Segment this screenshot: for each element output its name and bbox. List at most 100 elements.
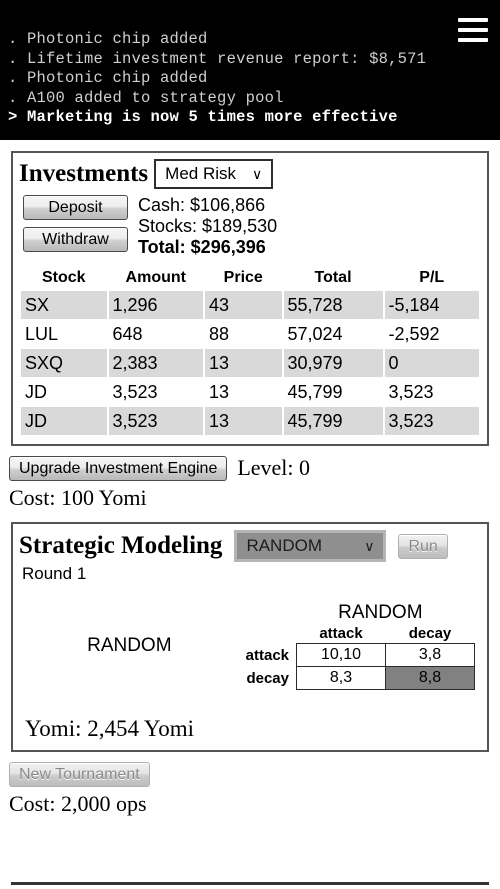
total-value: $296,396	[190, 237, 266, 257]
cell-total: 45,799	[287, 382, 343, 402]
column-player-label: RANDOM	[338, 602, 423, 623]
risk-level-select[interactable]: Med Risk ∨	[154, 159, 274, 189]
yomi-balance: Yomi: 2,454 Yomi	[19, 716, 481, 742]
row-player-label: RANDOM	[87, 635, 172, 656]
chevron-down-icon: ∨	[364, 538, 375, 554]
cell-stock: LUL	[25, 324, 59, 344]
payoff-matrix-table: attack decay attack 10,10 3,8 decay 8,3 …	[246, 624, 475, 690]
opponent-select-value: RANDOM	[246, 536, 322, 555]
table-row[interactable]: JD 3,523 13 45,799 3,523	[21, 378, 479, 406]
log-line-prefix: >	[8, 108, 18, 126]
investments-summary: Deposit Withdraw Cash: $106,866 Stocks: …	[19, 195, 481, 258]
investments-title: Investments	[19, 160, 149, 187]
total-label: Total:	[138, 237, 186, 257]
cell-amount: 1,296	[108, 291, 203, 319]
stocks-label: Stocks:	[138, 216, 198, 236]
upgrade-investment-engine-button[interactable]: Upgrade Investment Engine	[9, 455, 228, 481]
payoff-cell-decay-attack: 8,3	[296, 666, 386, 690]
log-line-prefix: .	[8, 88, 18, 107]
investments-header: Investments Med Risk ∨	[19, 159, 481, 189]
cell-amount: 2,383	[108, 349, 203, 377]
cell-price: 88	[209, 324, 230, 344]
payoff-matrix-section: RANDOM RANDOM attack decay attack 10,10 …	[19, 602, 481, 690]
log-line: . Lifetime investment revenue report: $8…	[0, 50, 500, 70]
column-header-price: Price	[223, 269, 263, 286]
cell-pl: 0	[384, 349, 479, 377]
log-line-prefix: .	[8, 69, 18, 87]
payoff-row-decay: decay 8,3 8,8	[246, 666, 475, 690]
cell-pl: 3,523	[384, 407, 479, 435]
cell-price: 43	[205, 291, 282, 319]
table-row[interactable]: SX 1,296 43 55,728 -5,184	[21, 291, 479, 319]
table-row[interactable]: SXQ 2,383 13 30,979 0	[21, 349, 479, 377]
menu-bar-1	[458, 18, 488, 22]
cell-price: 13	[205, 407, 282, 435]
menu-bar-2	[458, 28, 488, 32]
run-button[interactable]: Run	[398, 533, 448, 559]
cell-total: 55,728	[283, 291, 383, 319]
cell-total: 45,799	[283, 407, 383, 435]
cell-pl: 3,523	[388, 382, 434, 402]
payoff-cell-attack-attack: 10,10	[296, 643, 386, 667]
cell-amount: 648	[112, 324, 143, 344]
log-line-prefix: .	[8, 30, 18, 48]
total-row: Total: $296,396	[138, 237, 277, 258]
menu-bar-3	[458, 38, 488, 42]
opponent-select[interactable]: RANDOM ∨	[234, 530, 387, 562]
column-header-attack: attack	[319, 625, 363, 642]
investments-actions: Deposit Withdraw	[19, 195, 128, 258]
cell-amount: 3,523	[112, 382, 158, 402]
stocks-table-body: SX 1,296 43 55,728 -5,184 LUL 648 88 57,…	[21, 291, 479, 435]
payoff-row-attack: attack 10,10 3,8	[245, 643, 475, 667]
cash-label: Cash:	[138, 195, 186, 215]
row-header-decay: decay	[246, 669, 289, 687]
console-log-lines: . Photonic chip added . Lifetime investm…	[0, 30, 500, 128]
hamburger-menu-icon[interactable]	[458, 18, 488, 42]
payoff-cell-attack-decay: 3,8	[385, 643, 475, 667]
log-line-text: Lifetime investment revenue report: $8,5…	[27, 49, 427, 68]
upgrade-investment-row: Upgrade Investment Engine Level: 0	[9, 455, 500, 481]
table-row[interactable]: LUL 648 88 57,024 -2,592	[21, 320, 479, 348]
log-line-text: Photonic chip added	[27, 30, 208, 48]
strategic-modeling-panel: Strategic Modeling RANDOM ∨ Run Round 1 …	[11, 522, 489, 752]
payoff-cell-decay-decay: 8,8	[385, 666, 475, 690]
new-tournament-cost: Cost: 2,000 ops	[9, 791, 147, 816]
log-line: . Photonic chip added	[0, 30, 500, 50]
log-line-text: A100 added to strategy pool	[27, 88, 284, 107]
cell-total: 30,979	[283, 349, 383, 377]
payoff-matrix-block: RANDOM attack decay attack 10,10 3,8 dec…	[246, 602, 481, 690]
round-indicator: Round 1	[22, 564, 87, 583]
column-header-amount: Amount	[125, 269, 186, 286]
cell-stock: SXQ	[21, 349, 107, 377]
stocks-header-row: Stock Amount Price Total P/L	[21, 268, 479, 290]
strategic-modeling-title: Strategic Modeling	[19, 532, 223, 559]
new-tournament-button[interactable]: New Tournament	[9, 762, 150, 787]
cell-price: 13	[209, 382, 230, 402]
investment-engine-level: Level: 0	[237, 455, 311, 480]
yomi-value: 2,454 Yomi	[87, 716, 194, 741]
investments-stats: Cash: $106,866 Stocks: $189,530 Total: $…	[138, 195, 277, 258]
deposit-button[interactable]: Deposit	[23, 195, 128, 220]
cell-total: 57,024	[287, 324, 343, 344]
withdraw-button[interactable]: Withdraw	[23, 227, 128, 252]
cell-stock: JD	[21, 407, 107, 435]
cash-value: $106,866	[190, 195, 266, 215]
investment-engine-cost: Cost: 100 Yomi	[9, 485, 147, 510]
bottom-divider	[11, 882, 489, 885]
payoff-column-headers: attack decay	[246, 624, 475, 644]
log-line: . Photonic chip added	[0, 69, 500, 89]
log-line-prefix: .	[8, 49, 18, 68]
log-line-text: Marketing is now 5 times more effective	[27, 108, 398, 126]
column-header-stock: Stock	[41, 269, 86, 286]
log-line-text: Photonic chip added	[27, 69, 208, 87]
risk-level-value: Med Risk	[165, 164, 237, 183]
new-tournament-row: New Tournament	[9, 762, 500, 787]
row-header-attack: attack	[245, 646, 289, 664]
cell-pl: -2,592	[388, 324, 440, 344]
cell-amount: 3,523	[108, 407, 203, 435]
column-header-total: Total	[314, 269, 352, 286]
console-log-panel: . Photonic chip added . Lifetime investm…	[0, 0, 500, 140]
table-row[interactable]: JD 3,523 13 45,799 3,523	[21, 407, 479, 435]
corner-spacer	[246, 624, 297, 644]
cell-price: 13	[205, 349, 282, 377]
